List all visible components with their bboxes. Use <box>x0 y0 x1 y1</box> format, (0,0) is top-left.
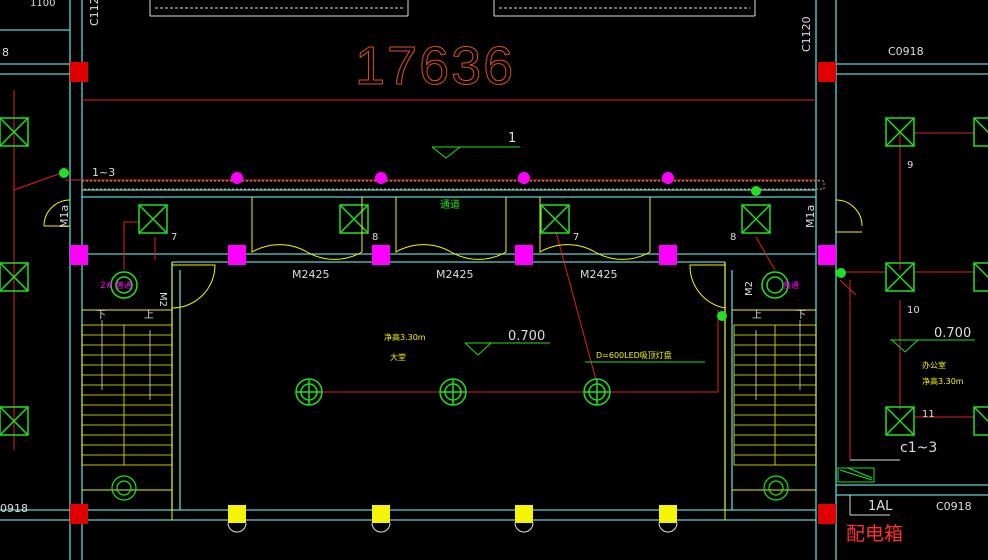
fixture-box <box>540 204 570 234</box>
left-call-label-b: 普通 <box>116 280 132 290</box>
room-10: 10 <box>907 305 920 316</box>
fixture-box <box>973 406 988 436</box>
fixture-box <box>973 262 988 292</box>
corridor-name: 通道 <box>440 198 460 211</box>
circuit-c: c1~3 <box>900 440 937 456</box>
top-window-frame-right <box>493 0 756 17</box>
fixture-box <box>973 117 988 147</box>
fixture-7a: 7 <box>171 232 177 243</box>
columns-red <box>70 62 836 524</box>
fixture-7b: 7 <box>573 232 579 243</box>
stair-up-left: 上 <box>144 309 154 321</box>
round-light <box>583 378 611 406</box>
fixture-8a: 8 <box>372 232 378 243</box>
stair-walls <box>82 262 816 520</box>
fixture-box <box>138 204 168 234</box>
office-name: 办公室 <box>922 360 946 370</box>
exterior-lights <box>227 505 678 533</box>
switch-dots <box>59 168 846 321</box>
stair-down-right: 下 <box>796 310 806 321</box>
left-call-label: 2# <box>100 281 113 291</box>
door-m2425-3: M2425 <box>580 268 618 281</box>
room-11: 11 <box>922 409 935 420</box>
window-tag-right-top-c0918: C0918 <box>888 45 924 58</box>
corridor-lights <box>231 172 674 184</box>
corridor-circuit: 1~3 <box>92 166 115 179</box>
fixture-box <box>885 406 915 436</box>
lobby-height: 净高3.30m <box>384 332 426 342</box>
door-m1a-left: M1a <box>58 205 71 228</box>
office-elevation: 0.700 <box>934 326 971 341</box>
office-height: 净高3.30m <box>922 376 964 386</box>
stair-left <box>81 320 173 466</box>
stair-circles <box>111 475 789 501</box>
window-tag-right-top: C1120 <box>800 16 813 52</box>
circuit-lines <box>13 90 975 460</box>
labels: 1~3 通道 M1a M1a M2 M2 M2425 M2425 M2425 7… <box>58 160 971 545</box>
section-mark-label: 1 <box>508 131 516 146</box>
dimension-label: 17636 <box>355 36 515 96</box>
door-m1a-right: M1a <box>804 205 817 228</box>
stair-right <box>733 320 817 466</box>
fixture-box <box>339 204 369 234</box>
fixture-8b: 8 <box>730 232 736 243</box>
door-m2-left: M2 <box>157 292 168 307</box>
section-mark <box>431 146 520 159</box>
corridor-hatch <box>81 180 825 190</box>
top-left-number: 1100 <box>30 0 55 9</box>
top-window-frame-left <box>149 0 409 17</box>
right-call-label: 普通 <box>783 280 799 290</box>
window-tag-right-bottom: C0918 <box>936 500 972 513</box>
fixture-box <box>741 204 771 234</box>
room-9: 9 <box>907 160 913 171</box>
stair-down-left: 下 <box>96 310 106 321</box>
stair-up-right: 上 <box>752 309 762 321</box>
window-tag-left-bottom: 0918 <box>0 502 28 515</box>
lobby-lights <box>110 271 789 406</box>
window-tag-left-partial: 8 <box>2 46 9 59</box>
door-m2425-1: M2425 <box>292 268 330 281</box>
lobby-elevation: 0.700 <box>508 329 545 344</box>
window-tag-left-top: C1120 <box>88 0 101 26</box>
round-light <box>295 378 323 406</box>
round-light <box>439 378 467 406</box>
panel-1al: 1AL <box>868 499 893 514</box>
led-note: D=600LED吸顶灯盘 <box>596 350 672 360</box>
door-m2-right: M2 <box>744 281 755 296</box>
panel-name: 配电箱 <box>846 523 903 545</box>
lobby-name: 大堂 <box>390 352 406 362</box>
door-m2425-2: M2425 <box>436 268 474 281</box>
cad-floor-plan: 17636 1 C1120 C1120 8 C0918 0918 C0918 1… <box>0 0 988 560</box>
